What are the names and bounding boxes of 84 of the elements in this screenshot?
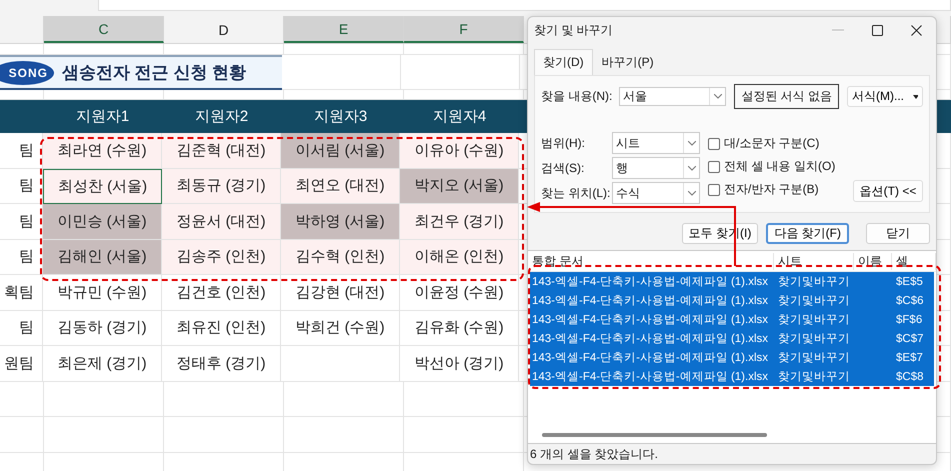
table-cell: 김준혁 (대전) (162, 133, 281, 168)
result-row[interactable]: 143-엑셀-F4-단축키-사용법-예제파일 (1).xlsx 찾기및바꾸기 $E$7 (530, 348, 934, 367)
checkbox-label: 전체 셀 내용 일치(O) (724, 158, 836, 175)
table-cell: 김강현 (대전) (281, 275, 400, 310)
table-cell: 최은제 (경기) (43, 346, 162, 382)
status-text: 6 개의 셀을 찾았습니다. (529, 446, 660, 462)
table-cell: 최동규 (경기) (162, 168, 281, 204)
field-label: 검색(S): (541, 160, 586, 176)
result-row[interactable]: 143-엑셀-F4-단축키-사용법-예제파일 (1).xlsx 찾기및바꾸기 $E$5 (530, 272, 934, 291)
dropdown[interactable]: 시트 (612, 132, 700, 154)
table-cell: 박지오 (서울) (400, 168, 519, 204)
dialog-button[interactable]: 닫기 (866, 223, 930, 244)
checkbox-label: 대/소문자 구분(C) (724, 135, 820, 152)
table-cell: 이해온 (인천) (400, 240, 519, 275)
format-button[interactable]: 서식(M)... (847, 86, 923, 107)
column-header[interactable]: F (404, 16, 524, 43)
tab[interactable]: 찾기(D) (534, 49, 593, 75)
logo: SONG (0, 60, 54, 84)
dropdown[interactable]: 수식 (612, 182, 700, 204)
table-cell: 김해인 (서울) (43, 240, 162, 275)
result-row[interactable]: 143-엑셀-F4-단축키-사용법-예제파일 (1).xlsx 찾기및바꾸기 $C$6 (530, 291, 934, 310)
result-row[interactable]: 143-엑셀-F4-단축키-사용법-예제파일 (1).xlsx 찾기및바꾸기 $C$8 (530, 367, 934, 386)
table-cell: 최유진 (인천) (162, 310, 281, 346)
cell-address: $C$6 (895, 294, 924, 306)
table-cell: 김유화 (수원) (400, 310, 519, 346)
table-cell: 박규민 (수원) (43, 275, 162, 310)
table-cell: 김수혁 (인천) (281, 240, 400, 275)
checkbox-label: 전자/반자 구분(B) (724, 181, 819, 198)
table-cell: 최건우 (경기) (400, 204, 519, 240)
table-cell: 최성찬 (서울) (43, 168, 162, 204)
workbook-name: 143-엑셀-F4-단축키-사용법-예제파일 (1).xlsx (531, 332, 770, 346)
table-cell: 이민승 (서울) (43, 204, 162, 240)
table-header: 지원자2 (194, 107, 250, 127)
cell-address: $E$7 (895, 352, 924, 364)
table-cell: 원팀 (0, 346, 43, 382)
table-cell: 김동하 (경기) (43, 310, 162, 346)
field-label: 범위(H): (541, 134, 586, 152)
sheet-title: 샘송전자 전근 신청 현황 (62, 62, 246, 84)
column-header[interactable]: E (284, 16, 404, 43)
table-header: 지원자4 (432, 107, 488, 127)
column-header[interactable]: C (44, 16, 164, 43)
table-cell: 박하영 (서울) (281, 204, 400, 240)
table-cell: 정태후 (경기) (162, 346, 281, 382)
dropdown[interactable]: 행 (612, 157, 700, 179)
dialog-button[interactable]: 다음 찾기(F) (766, 223, 849, 244)
sheet-name: 찾기및바꾸기 (777, 313, 851, 327)
sheet-name: 찾기및바꾸기 (777, 370, 851, 384)
workbook-name: 143-엑셀-F4-단축키-사용법-예제파일 (1).xlsx (531, 294, 770, 308)
table-cell: 김건호 (인천) (162, 275, 281, 310)
table-cell: 이유아 (수원) (400, 133, 519, 168)
options-button[interactable]: 옵션(T) << (853, 180, 923, 202)
table-cell: 정윤서 (대전) (162, 204, 281, 240)
result-row[interactable]: 143-엑셀-F4-단축키-사용법-예제파일 (1).xlsx 찾기및바꾸기 $C$7 (530, 329, 934, 348)
tab[interactable]: 바꾸기(P) (592, 49, 663, 75)
cell-address: $F$6 (895, 314, 924, 326)
table-cell: 획팀 (0, 275, 43, 310)
table-cell: 이윤정 (수원) (400, 275, 519, 310)
workbook-name: 143-엑셀-F4-단축키-사용법-예제파일 (1).xlsx (531, 370, 770, 384)
field-label: 찾을 내용(N): (541, 88, 613, 105)
table-header: 지원자1 (74, 107, 130, 127)
workbook-name: 143-엑셀-F4-단축키-사용법-예제파일 (1).xlsx (531, 313, 770, 327)
table-cell: 박희건 (수원) (281, 310, 400, 346)
sheet-name: 찾기및바꾸기 (777, 351, 851, 365)
sheet-name: 찾기및바꾸기 (777, 332, 851, 346)
table-cell: 김송주 (인천) (162, 240, 281, 275)
sheet-name: 찾기및바꾸기 (777, 294, 851, 308)
table-cell: 최연오 (대전) (281, 168, 400, 204)
sheet-name: 찾기및바꾸기 (777, 275, 851, 289)
format-preview: 설정된 서식 없음 (734, 84, 839, 109)
table-header: 지원자3 (312, 107, 368, 127)
search-field[interactable]: 서울 (619, 87, 726, 106)
table-cell: 최라연 (수원) (43, 133, 162, 168)
workbook-name: 143-엑셀-F4-단축키-사용법-예제파일 (1).xlsx (531, 351, 770, 365)
window-title: 찾기 및 바꾸기 (534, 22, 613, 38)
cell-address: $C$8 (895, 370, 924, 382)
workbook-name: 143-엑셀-F4-단축키-사용법-예제파일 (1).xlsx (531, 275, 770, 289)
table-cell: 박선아 (경기) (400, 346, 519, 382)
cell-address: $E$5 (895, 276, 924, 288)
column-header[interactable]: 시트 (774, 252, 854, 270)
result-row[interactable]: 143-엑셀-F4-단축키-사용법-예제파일 (1).xlsx 찾기및바꾸기 $F$6 (530, 310, 934, 329)
table-cell: 이서림 (서울) (281, 133, 400, 168)
field-label: 찾는 위치(L): (541, 184, 612, 202)
table-cell: 팀 (0, 310, 43, 346)
cell-address: $C$7 (895, 332, 924, 344)
